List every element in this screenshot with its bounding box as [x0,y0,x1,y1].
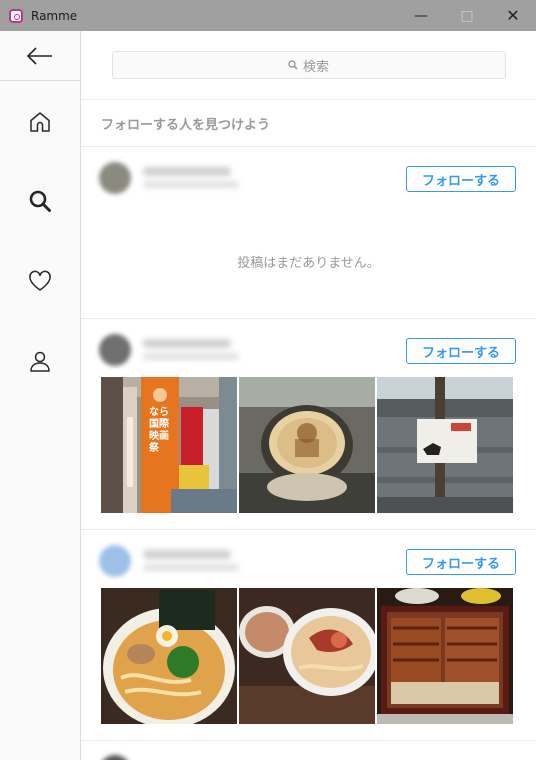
suggestion-header: フォローする [81,530,536,588]
suggestion-card: フォローする 投稿はまだありません。 [81,147,536,319]
nav-activity[interactable] [0,261,80,301]
back-button[interactable] [0,31,80,81]
minimize-button[interactable]: — [398,0,444,31]
photo-grid: なら国際映画祭 [81,377,536,513]
app-logo-icon [9,8,23,23]
username-blurred[interactable] [143,167,231,176]
no-posts-text: 投稿はまだありません。 [237,256,380,271]
avatar[interactable] [99,334,131,366]
search-icon [29,190,51,212]
title-bar: Ramme — □ ✕ [0,0,536,31]
banner-text: なら国際映画祭 [149,407,169,454]
photo-thumbnail[interactable]: なら国際映画祭 [101,377,237,513]
follow-button[interactable]: フォローする [406,549,516,575]
sidebar [0,31,81,760]
close-button[interactable]: ✕ [490,0,536,31]
photo-thumbnail[interactable] [377,377,513,513]
follow-button[interactable]: フォローする [406,338,516,364]
avatar[interactable] [99,755,131,760]
suggestion-card: フォローする [81,530,536,741]
fullname-blurred [143,353,239,360]
suggestion-header: フォローする [81,147,536,205]
nav-search[interactable] [0,181,80,221]
username-blurred[interactable] [143,550,231,559]
nav-home[interactable] [0,102,80,142]
username-blurred[interactable] [143,339,231,348]
maximize-button[interactable]: □ [444,0,490,31]
suggestion-card [81,741,536,760]
heart-icon [29,270,51,291]
search-placeholder: 検索 [302,59,329,75]
search-input[interactable]: 検索 [111,51,506,79]
photo-thumbnail[interactable] [239,377,375,513]
search-area: 検索 [81,31,536,100]
photo-thumbnail[interactable] [377,588,513,724]
main-content: 検索 フォローする人を見つけよう フォローする 投稿はまだありません。 フォロー… [81,31,536,760]
home-icon [30,112,50,132]
follow-button[interactable]: フォローする [406,166,516,192]
profile-icon [30,351,50,372]
nav-profile[interactable] [0,341,80,381]
avatar[interactable] [99,545,131,577]
photo-thumbnail[interactable] [101,588,237,724]
photo-thumbnail[interactable] [239,588,375,724]
suggestion-card: フォローする なら国際映画祭 [81,319,536,530]
avatar[interactable] [99,162,131,194]
suggestion-header: フォローする [81,319,536,377]
magnifier-icon [288,60,298,70]
photo-grid [81,588,536,724]
fullname-blurred [143,564,239,571]
fullname-blurred [143,181,239,188]
section-title: フォローする人を見つけよう [81,100,536,147]
window-title: Ramme [31,8,78,23]
back-arrow-icon [27,46,52,65]
